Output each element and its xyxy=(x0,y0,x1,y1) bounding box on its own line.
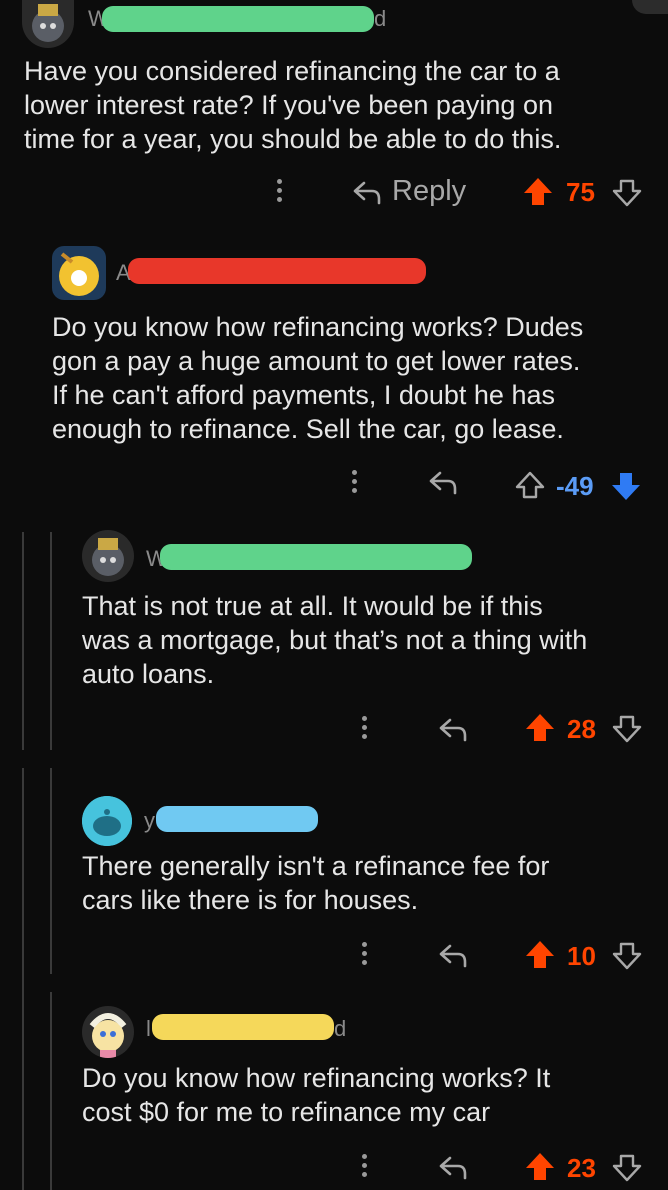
more-options-icon[interactable] xyxy=(362,942,368,969)
vote-score: 23 xyxy=(567,1153,596,1183)
comment-line: If he can't afford payments, I doubt he … xyxy=(52,380,555,410)
user-avatar-icon xyxy=(82,796,132,846)
username-suffix: d xyxy=(374,6,387,31)
user-avatar-icon xyxy=(89,1013,127,1058)
comment-line: lower interest rate? If you've been payi… xyxy=(24,90,553,120)
reply-arrow-icon[interactable] xyxy=(438,942,468,968)
reply-button[interactable]: Reply xyxy=(352,175,466,208)
downvote-icon[interactable] xyxy=(612,1153,642,1183)
more-options-icon[interactable] xyxy=(277,179,283,206)
more-options-icon[interactable] xyxy=(352,470,358,497)
downvote-icon[interactable] xyxy=(612,714,642,744)
reply-arrow-icon[interactable] xyxy=(438,1154,468,1180)
downvote-icon[interactable] xyxy=(612,178,642,208)
username-redaction xyxy=(156,806,318,832)
comment-body: Do you know how refinancing works? Dudes… xyxy=(52,310,652,446)
avatar[interactable] xyxy=(52,246,106,300)
comment-line: Have you considered refinancing the car … xyxy=(24,56,560,86)
comment-line: auto loans. xyxy=(82,659,215,689)
vote-score: -49 xyxy=(556,471,594,501)
reply-label: Reply xyxy=(392,175,467,207)
downvote-icon[interactable] xyxy=(612,941,642,971)
username-redaction xyxy=(152,1014,334,1040)
comment-body: There generally isn't a refinance fee fo… xyxy=(82,849,652,917)
comment-body: Have you considered refinancing the car … xyxy=(24,54,644,156)
username-redaction xyxy=(102,6,374,32)
username[interactable]: y xyxy=(144,808,155,834)
comment-line: time for a year, you should be able to d… xyxy=(24,124,562,154)
more-options-icon[interactable] xyxy=(362,716,368,743)
comment-line: was a mortgage, but that’s not a thing w… xyxy=(82,625,588,655)
upvote-icon[interactable] xyxy=(524,712,556,744)
thread-line xyxy=(50,532,52,750)
thread-line xyxy=(22,532,24,750)
comment-body: That is not true at all. It would be if … xyxy=(82,589,652,691)
reply-arrow-icon xyxy=(353,181,381,204)
username-redaction xyxy=(160,544,472,570)
thread-line xyxy=(50,768,52,974)
username[interactable]: l xyxy=(146,1016,151,1042)
downvote-icon[interactable] xyxy=(610,470,642,502)
comment-line: gon a pay a huge amount to get lower rat… xyxy=(52,346,581,376)
comment-line: Do you know how refinancing works? It xyxy=(82,1063,551,1093)
avatar[interactable] xyxy=(82,796,132,846)
avatar[interactable] xyxy=(82,530,134,582)
comment-line: cost $0 for me to refinance my car xyxy=(82,1097,491,1127)
avatar[interactable] xyxy=(22,0,74,48)
more-options-icon[interactable] xyxy=(362,1154,368,1181)
comment-line: cars like there is for houses. xyxy=(82,885,419,915)
upvote-icon[interactable] xyxy=(522,176,554,208)
comment-body: Do you know how refinancing works? It co… xyxy=(82,1061,652,1129)
vote-score: 10 xyxy=(567,941,596,971)
upvote-icon[interactable] xyxy=(515,470,545,500)
upvote-icon[interactable] xyxy=(524,939,556,971)
username-redaction xyxy=(128,258,426,284)
vote-score: 75 xyxy=(566,177,595,207)
comment-line: That is not true at all. It would be if … xyxy=(82,591,543,621)
username-suffix: d xyxy=(334,1016,347,1041)
reply-arrow-icon[interactable] xyxy=(438,716,468,742)
user-avatar-icon xyxy=(32,4,64,42)
comment-line: enough to refinance. Sell the car, go le… xyxy=(52,414,564,444)
thread-line xyxy=(22,768,24,1190)
thread-line xyxy=(50,992,52,1190)
comment-line: Do you know how refinancing works? Dudes xyxy=(52,312,584,342)
user-avatar-icon xyxy=(59,252,99,296)
reply-arrow-icon[interactable] xyxy=(428,469,458,495)
vote-score: 28 xyxy=(567,714,596,744)
avatar[interactable] xyxy=(82,1006,134,1058)
corner-indicator xyxy=(632,0,668,14)
upvote-icon[interactable] xyxy=(524,1151,556,1183)
user-avatar-icon xyxy=(92,538,124,576)
comment-line: There generally isn't a refinance fee fo… xyxy=(82,851,550,881)
